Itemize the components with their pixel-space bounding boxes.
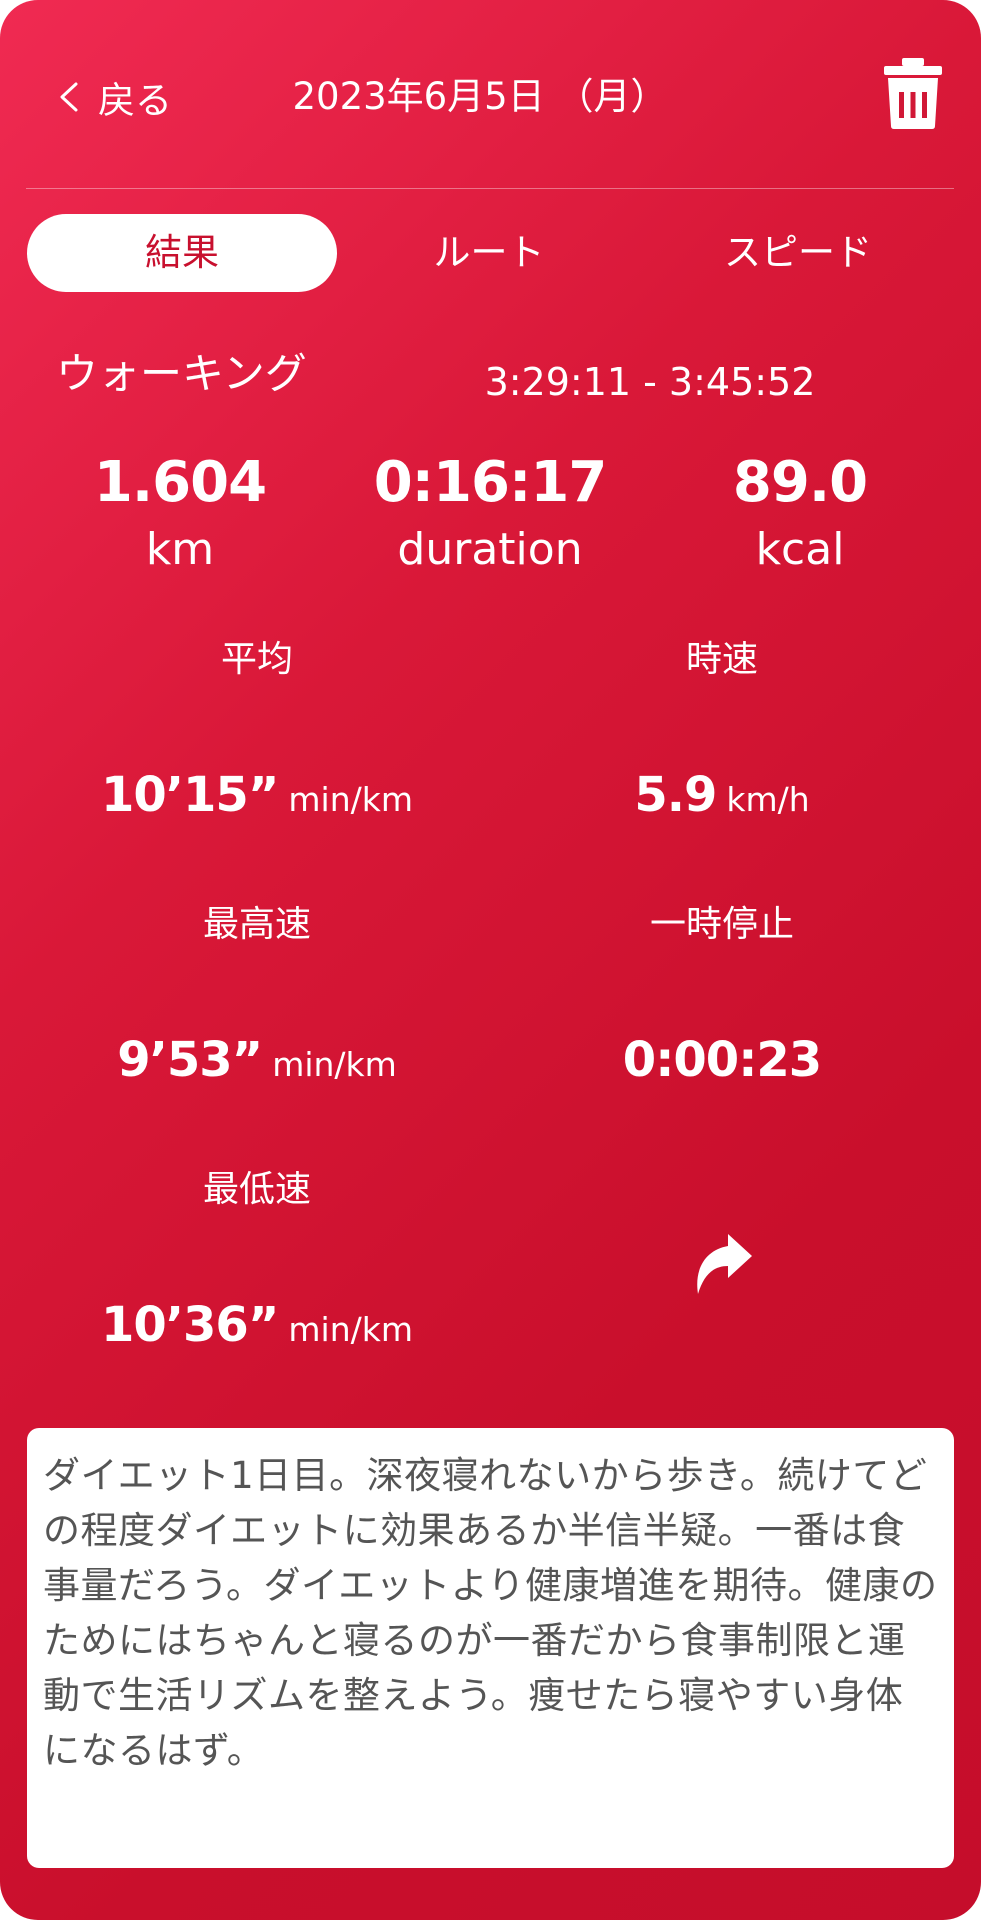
calories-value: 89.0 (732, 450, 868, 515)
share-arrow-icon (697, 1234, 752, 1294)
back-button[interactable]: 戻る (54, 70, 172, 124)
page-title: 2023年6月5日 （月） (292, 75, 668, 118)
tab-route[interactable]: ルート (334, 214, 644, 292)
fastest-pace-value: 9’53” min/km (37, 1025, 477, 1095)
average-pace-label: 平均 (220, 639, 293, 680)
average-pace-unit: min/km (288, 780, 413, 819)
calories-unit: kcal (755, 524, 845, 575)
pause-number: 0:00:23 (622, 1032, 822, 1088)
speed-number: 5.9 (634, 767, 717, 823)
slowest-pace-number: 10’36” (101, 1297, 279, 1353)
pause-value: 0:00:23 (502, 1025, 942, 1095)
back-label: 戻る (98, 79, 172, 122)
activity-type: ウォーキング (56, 349, 307, 398)
average-pace-value: 10’15” min/km (37, 760, 477, 830)
chevron-left-icon (60, 82, 78, 112)
memo-text[interactable]: ダイエット1日目。深夜寝れないから歩き。続けてどの程度ダイエットに効果あるか半信… (27, 1428, 954, 1868)
fastest-pace-number: 9’53” (117, 1032, 263, 1088)
slowest-pace-unit: min/km (288, 1310, 413, 1349)
pause-label: 一時停止 (649, 904, 794, 945)
trash-icon (884, 58, 942, 129)
share-button[interactable] (688, 1230, 756, 1302)
slowest-pace-value: 10’36” min/km (37, 1290, 477, 1360)
delete-button[interactable] (882, 56, 944, 130)
slowest-pace-label: 最低速 (202, 1169, 311, 1210)
distance-unit: km (145, 524, 215, 575)
average-pace-number: 10’15” (101, 767, 279, 823)
fastest-pace-label: 最高速 (202, 904, 311, 945)
time-range: 3:29:11 - 3:45:52 (484, 360, 816, 404)
header-divider (26, 188, 954, 189)
speed-unit: km/h (726, 780, 810, 819)
duration-unit: duration (397, 524, 583, 575)
workout-result-screen: 戻る 2023年6月5日 （月） 結果 ルート スピード ウォーキング 3:29… (0, 0, 981, 1920)
speed-value: 5.9 km/h (502, 760, 942, 830)
tab-speed[interactable]: スピード (643, 214, 953, 292)
duration-value: 0:16:17 (373, 450, 608, 515)
tab-result[interactable]: 結果 (27, 214, 337, 292)
distance-value: 1.604 (93, 450, 267, 515)
fastest-pace-unit: min/km (272, 1045, 397, 1084)
speed-label: 時速 (685, 639, 758, 680)
